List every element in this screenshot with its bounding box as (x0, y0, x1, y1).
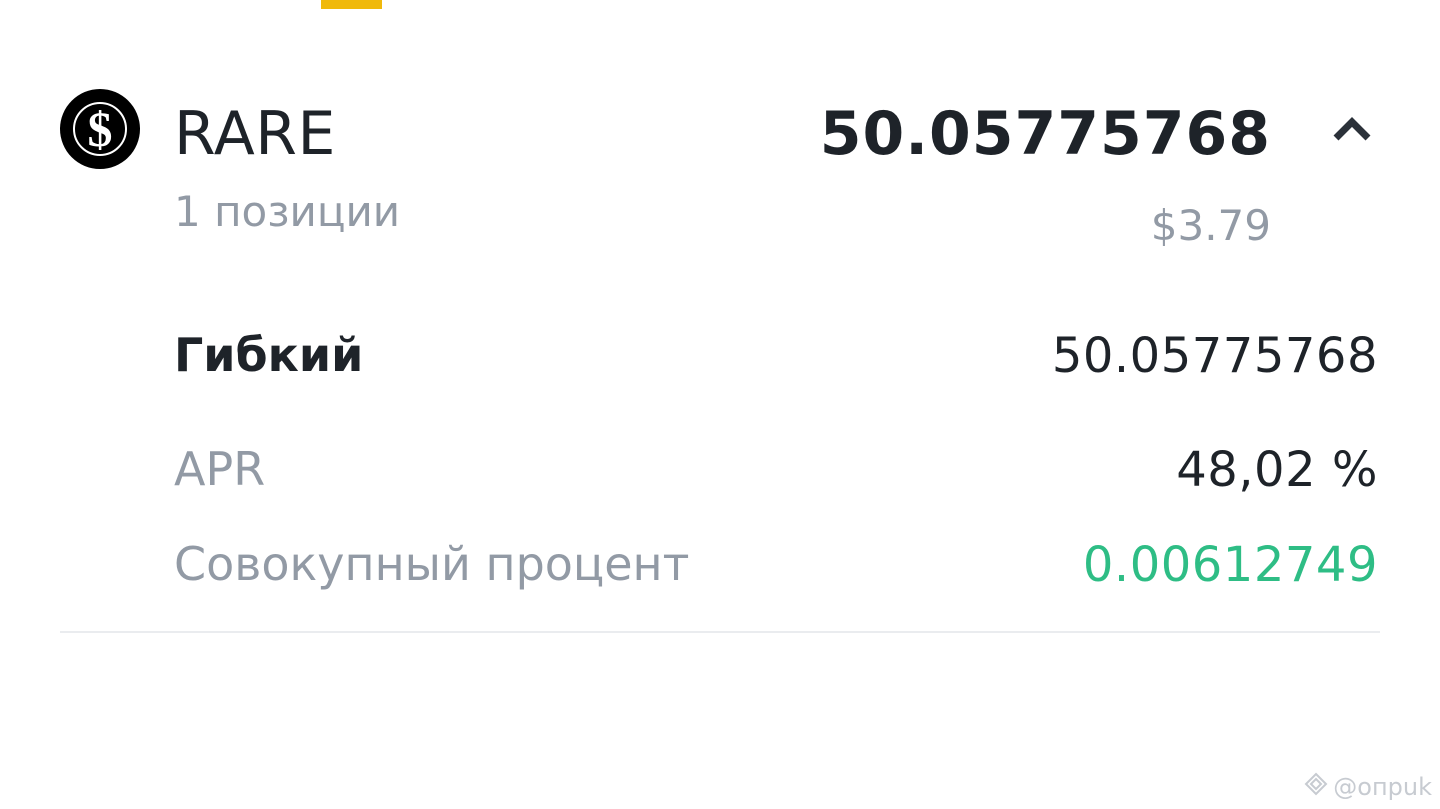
svg-text:$: $ (88, 101, 113, 157)
dollar-coin-icon: $ (60, 89, 140, 169)
positions-count: 1 позиции (174, 187, 401, 236)
divider (60, 631, 1380, 633)
flexible-label: Гибкий (174, 328, 364, 382)
diamond-logo-icon (1303, 771, 1329, 804)
cumulative-interest-value: 0.00612749 (1082, 537, 1378, 593)
cumulative-interest-label: Совокупный процент (174, 537, 690, 591)
watermark-text: @опрuk (1333, 773, 1432, 801)
earn-position-screen: $ RARE 1 позиции 50.05775768 $3.79 Гибки… (0, 0, 1440, 809)
watermark: @опрuk (1303, 772, 1432, 802)
apr-label: APR (174, 442, 266, 496)
apr-value: 48,02 % (1176, 442, 1378, 498)
coin-symbol: RARE (174, 99, 336, 169)
total-amount: 50.05775768 (819, 99, 1271, 169)
chevron-up-icon[interactable] (1330, 114, 1374, 144)
flexible-value: 50.05775768 (1051, 328, 1378, 384)
usd-value: $3.79 (1150, 201, 1271, 250)
active-tab-indicator (321, 0, 382, 9)
